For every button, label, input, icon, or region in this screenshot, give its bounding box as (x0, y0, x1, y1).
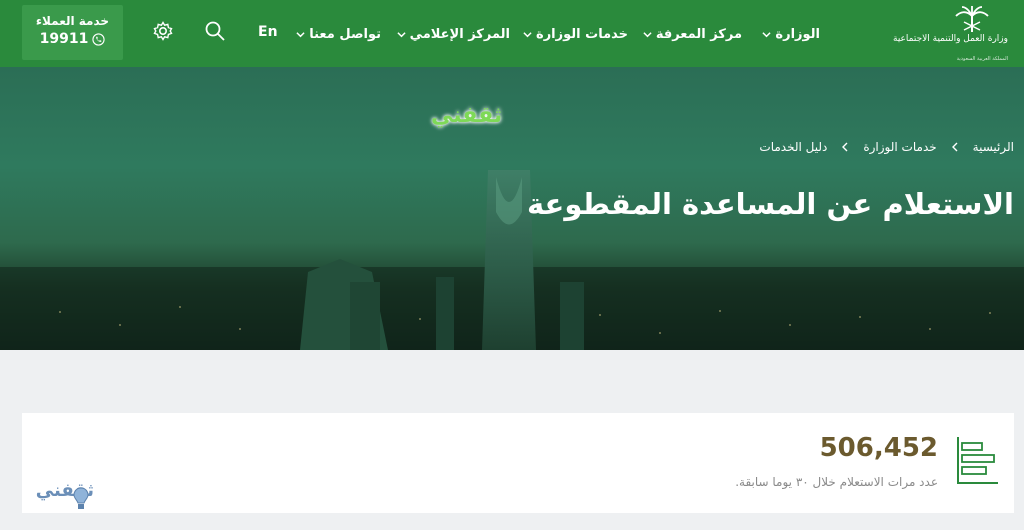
breadcrumb-services-guide[interactable]: دليل الخدمات (759, 140, 827, 154)
language-toggle[interactable]: En (258, 24, 278, 40)
nav-ministry[interactable]: الوزارة (762, 24, 820, 44)
ministry-logo[interactable]: وزارة العمل والتنمية الاجتماعية المملكة … (893, 6, 1008, 62)
chevron-left-icon (951, 142, 958, 152)
chevron-down-icon (762, 31, 772, 37)
logo-subtext: المملكة العربية السعودية (956, 56, 1008, 62)
palm-logo-icon (955, 6, 989, 32)
chevron-down-icon (523, 31, 532, 37)
nav-label: مركز المعرفة (655, 26, 742, 42)
search-icon[interactable] (204, 20, 226, 42)
customer-service-label: خدمة العملاء (35, 14, 110, 28)
phone-icon (92, 32, 105, 46)
inquiry-count-label: عدد مرات الاستعلام خلال ٣٠ يوما سابقة. (735, 475, 938, 489)
lightbulb-icon (73, 487, 89, 509)
gear-icon[interactable] (152, 20, 174, 42)
nav-label: خدمات الوزارة (536, 26, 628, 42)
nav-contact-us[interactable]: تواصل معنا (296, 24, 381, 44)
bar-chart-icon (957, 437, 998, 484)
nav-label: الوزارة (775, 26, 820, 42)
breadcrumb-home[interactable]: الرئيسية (973, 140, 1014, 154)
stats-card: 506,452 عدد مرات الاستعلام خلال ٣٠ يوما … (22, 413, 1014, 513)
breadcrumb-ministry-services[interactable]: خدمات الوزارة (863, 140, 936, 154)
chevron-left-icon (842, 142, 848, 152)
nav-label: المركز الإعلامي (409, 26, 510, 42)
nav-knowledge-center[interactable]: مركز المعرفة (643, 24, 742, 44)
chevron-down-icon (396, 31, 406, 37)
hero-banner: ثقفني الرئيسية خدمات الوزارة دليل الخدما… (0, 67, 1024, 350)
nav-media-center[interactable]: المركز الإعلامي (396, 24, 510, 44)
customer-service-phone: 19911 (22, 31, 123, 47)
site-watermark: ثقفني (431, 103, 503, 128)
corner-watermark: ثقفني (4, 480, 94, 526)
top-navbar: وزارة العمل والتنمية الاجتماعية المملكة … (0, 0, 1024, 67)
nav-label: تواصل معنا (309, 26, 381, 42)
chevron-down-icon (643, 31, 652, 37)
page-title: الاستعلام عن المساعدة المقطوعة (526, 187, 1014, 221)
breadcrumb: الرئيسية خدمات الوزارة دليل الخدمات (759, 140, 1014, 154)
customer-service-button[interactable]: خدمة العملاء 19911 (22, 5, 123, 60)
nav-ministry-services[interactable]: خدمات الوزارة (523, 24, 628, 44)
chevron-down-icon (296, 31, 305, 37)
inquiry-count: 506,452 (819, 433, 938, 463)
logo-text: وزارة العمل والتنمية الاجتماعية (893, 34, 1008, 44)
phone-number: 19911 (39, 31, 89, 47)
